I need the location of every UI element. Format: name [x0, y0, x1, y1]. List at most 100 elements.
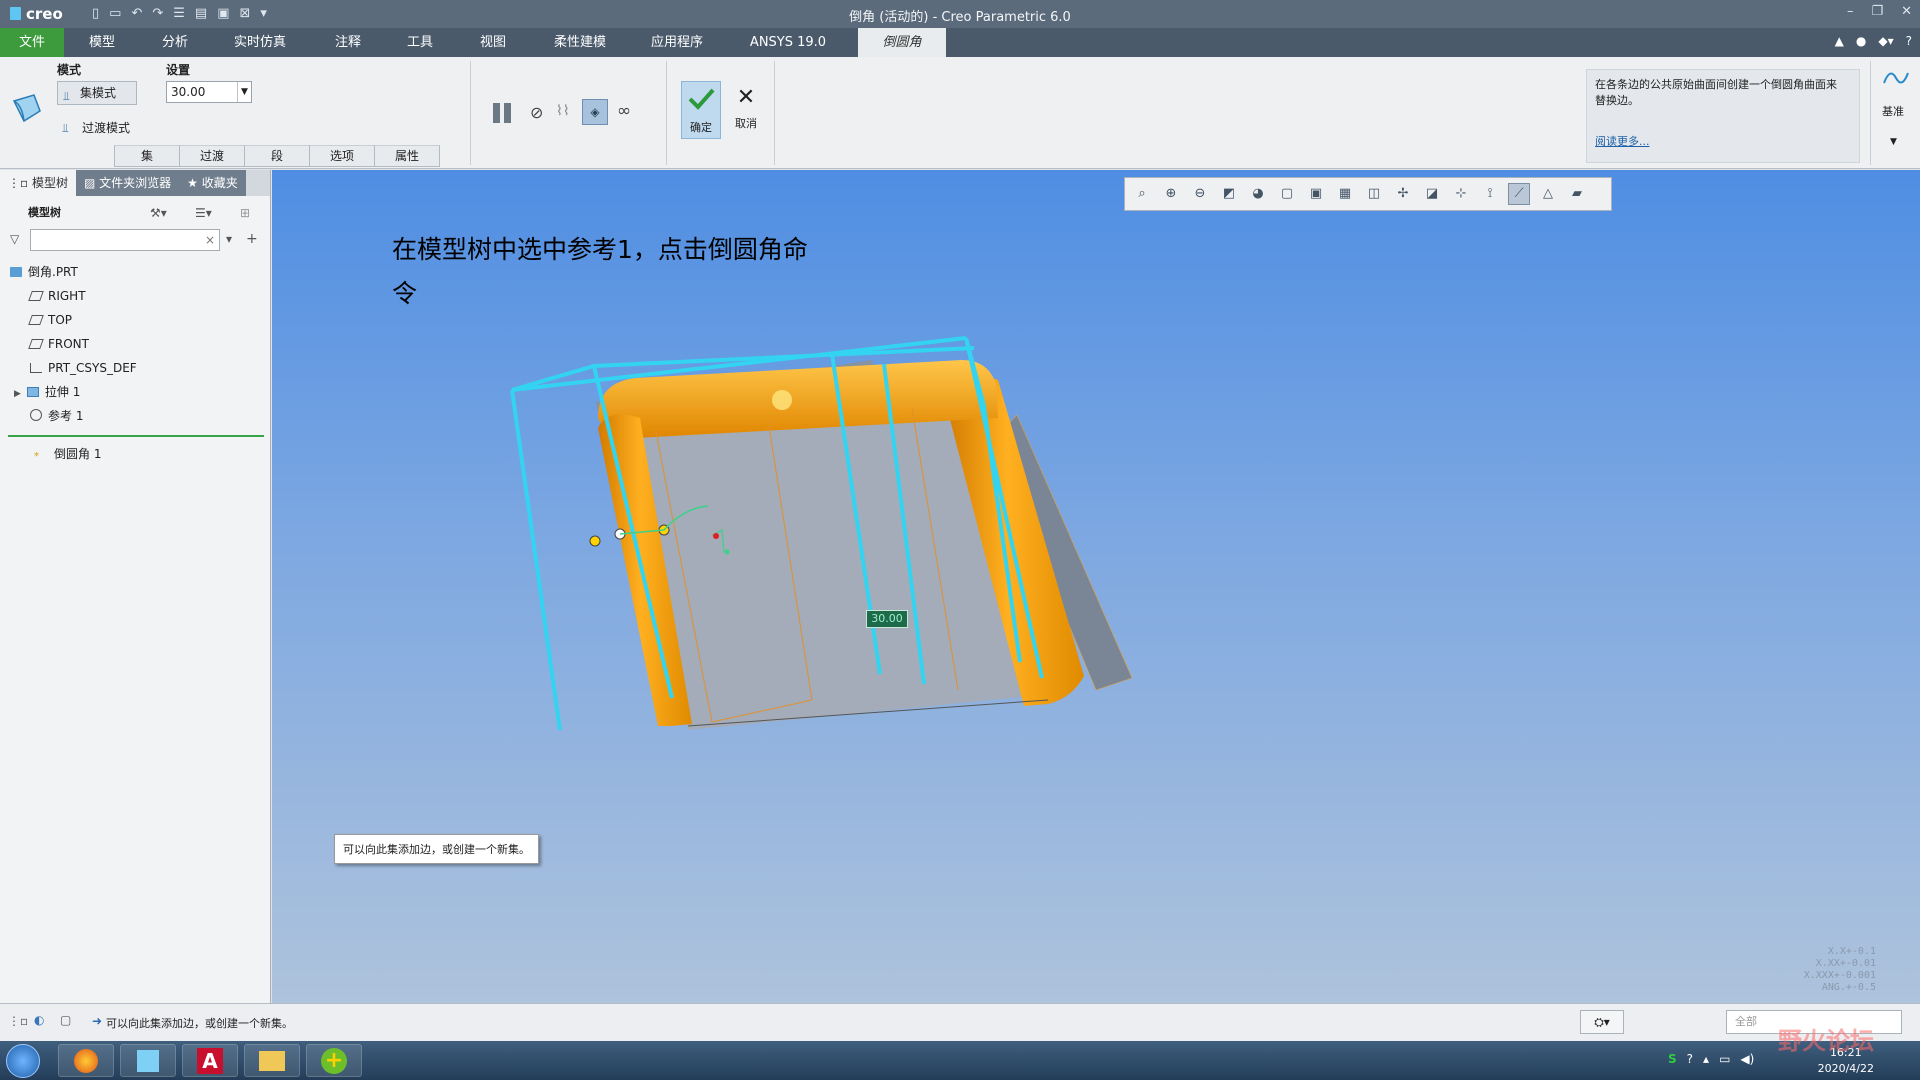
- cancel-button[interactable]: ✕ 取消: [726, 81, 766, 139]
- tab-live-simulation[interactable]: 实时仿真: [220, 28, 300, 57]
- transition-mode-button[interactable]: ⫫ 过渡模式: [60, 117, 130, 139]
- ribbon-panel: 模式 ⫫ 集模式 ⫫ 过渡模式 设置 30.00 ▼ 集 过渡 段 选项 属性 …: [0, 57, 1920, 169]
- settings-label: 设置: [166, 63, 191, 77]
- tab-model[interactable]: 模型: [72, 28, 132, 57]
- status-message: 可以向此集添加边，或创建一个新集。: [106, 1017, 293, 1030]
- pause-icon[interactable]: [490, 101, 516, 125]
- info-help-panel: 在各条边的公共原始曲面间创建一个倒圆角曲面来替换边。 阅读更多...: [1586, 69, 1860, 163]
- app-taskbar-icon[interactable]: +: [306, 1044, 362, 1077]
- hint-tooltip: 可以向此集添加边，或创建一个新集。: [334, 834, 539, 864]
- user-icon[interactable]: ●: [1856, 34, 1866, 48]
- tolerance-line: X.X+-0.1: [1827, 946, 1876, 957]
- radius-input[interactable]: 30.00 ▼: [166, 81, 252, 103]
- tree-display-icon[interactable]: ☰▾: [195, 202, 212, 224]
- tree-item-part[interactable]: 倒角.PRT: [10, 261, 78, 283]
- tab-annotate[interactable]: 注释: [318, 28, 378, 57]
- tolerance-line: X.XXX+-0.001: [1803, 970, 1876, 981]
- part-icon: [10, 267, 22, 277]
- ok-button[interactable]: 确定: [681, 81, 721, 139]
- tab-analysis[interactable]: 分析: [145, 28, 205, 57]
- learning-icon[interactable]: ◆▾: [1878, 34, 1893, 48]
- tree-item-reference[interactable]: 参考 1: [30, 405, 83, 427]
- tab-folder-browser[interactable]: ▨ 文件夹浏览器: [75, 170, 180, 196]
- network-icon[interactable]: ▭: [1719, 1052, 1730, 1066]
- tree-item-top[interactable]: TOP: [28, 309, 73, 331]
- subtab-sets[interactable]: 集: [114, 145, 180, 167]
- tree-search-input[interactable]: ×: [30, 229, 220, 251]
- help-tray-icon[interactable]: ?: [1687, 1052, 1693, 1066]
- restore-icon[interactable]: ❐: [1871, 4, 1883, 19]
- ok-label: 确定: [690, 121, 712, 134]
- tree-item-label: FRONT: [48, 337, 89, 351]
- tab-round[interactable]: 倒圆角: [858, 28, 946, 57]
- filter-icon[interactable]: ▽: [10, 228, 19, 250]
- explorer-taskbar-icon[interactable]: [244, 1044, 300, 1077]
- subtab-options[interactable]: 选项: [309, 145, 375, 167]
- subtab-transitions[interactable]: 过渡: [179, 145, 245, 167]
- tab-bar-right-tools: ▲ ● ◆▾ ?: [1835, 34, 1912, 48]
- transition-mode-label: 过渡模式: [82, 121, 131, 135]
- subtab-pieces[interactable]: 段: [244, 145, 310, 167]
- search-clear-icon[interactable]: ×: [205, 230, 215, 250]
- find-button[interactable]: ⛭▾: [1580, 1010, 1624, 1034]
- expand-arrow-icon[interactable]: ▶: [14, 389, 21, 399]
- tree-columns-icon[interactable]: ⊞: [240, 202, 250, 224]
- add-item-icon[interactable]: +: [246, 228, 258, 250]
- read-more-link[interactable]: 阅读更多...: [1595, 134, 1650, 150]
- graphics-area[interactable]: ⌕ ⊕ ⊖ ◩ ◕ ▢ ▣ ▦ ◫ ✢ ◪ ⊹ ⟟ ⟋ △ ▰ 在模型树中选中参…: [272, 170, 1920, 1003]
- no-preview-icon[interactable]: ⊘: [530, 103, 543, 122]
- fullscreen-icon[interactable]: ▢: [60, 1013, 71, 1027]
- geometry-preview-icon[interactable]: ⌇⌇: [556, 103, 570, 119]
- tab-applications[interactable]: 应用程序: [637, 28, 717, 57]
- tolerance-legend: X.X+-0.1 X.XX+-0.01 X.XXX+-0.001 ANG.+-0…: [1804, 946, 1876, 994]
- tab-flexible-modeling[interactable]: 柔性建模: [540, 28, 620, 57]
- subtab-properties[interactable]: 属性: [374, 145, 440, 167]
- glasses-icon[interactable]: ∞: [617, 101, 631, 121]
- folder-browser-tab-label: 文件夹浏览器: [99, 176, 172, 190]
- help-icon[interactable]: ?: [1906, 34, 1912, 48]
- browser-toggle-icon[interactable]: ◐: [34, 1013, 44, 1027]
- tab-favorites[interactable]: ★ 收藏夹: [179, 170, 246, 196]
- model-3d[interactable]: [272, 170, 1920, 1003]
- minimize-icon[interactable]: –: [1847, 4, 1854, 19]
- creo-taskbar-icon[interactable]: [120, 1044, 176, 1077]
- binoculars-icon: ⛭▾: [1594, 1015, 1610, 1029]
- volume-icon[interactable]: ◀): [1740, 1052, 1754, 1066]
- tab-view[interactable]: 视图: [463, 28, 523, 57]
- left-pane-tabs: ⋮▫ 模型树 ▨ 文件夹浏览器 ★ 收藏夹: [0, 170, 270, 196]
- tree-item-extrude[interactable]: ▶ 拉伸 1: [14, 381, 80, 403]
- close-icon[interactable]: ✕: [1901, 4, 1912, 19]
- favorites-tab-label: 收藏夹: [201, 176, 238, 190]
- datum-label[interactable]: 基准: [1882, 103, 1904, 119]
- datum-icon[interactable]: [1880, 65, 1912, 91]
- search-dropdown-icon[interactable]: ▾: [226, 228, 232, 250]
- tree-item-label: 倒圆角 1: [54, 447, 102, 461]
- tree-settings-icon[interactable]: ⚒▾: [150, 202, 167, 224]
- datum-dropdown-icon[interactable]: ▼: [1890, 137, 1897, 147]
- tree-item-round[interactable]: * 倒圆角 1: [34, 443, 101, 465]
- ime-icon[interactable]: S: [1668, 1052, 1677, 1066]
- tray-icons: S ? ▴ ▭ ◀): [1668, 1052, 1754, 1066]
- navigator-toggle-icon[interactable]: ⋮▫: [8, 1014, 28, 1028]
- start-button[interactable]: [6, 1044, 40, 1078]
- autocad-taskbar-icon[interactable]: A: [182, 1044, 238, 1077]
- tree-item-csys[interactable]: PRT_CSYS_DEF: [30, 357, 137, 379]
- show-hidden-icon[interactable]: ▴: [1703, 1052, 1709, 1066]
- collapse-ribbon-icon[interactable]: ▲: [1835, 34, 1844, 48]
- radius-dropdown-icon[interactable]: ▼: [237, 82, 251, 102]
- tab-file[interactable]: 文件: [0, 28, 64, 57]
- tree-item-right[interactable]: RIGHT: [28, 285, 86, 307]
- tab-tools[interactable]: 工具: [390, 28, 450, 57]
- verify-mode-icon[interactable]: ◈: [582, 99, 608, 125]
- tab-ansys[interactable]: ANSYS 19.0: [738, 28, 838, 57]
- tree-item-label: TOP: [48, 313, 73, 327]
- tree-item-label: 拉伸 1: [44, 385, 81, 399]
- tree-item-front[interactable]: FRONT: [28, 333, 89, 355]
- set-mode-button[interactable]: ⫫ 集模式: [57, 81, 137, 105]
- tab-model-tree[interactable]: ⋮▫ 模型树: [0, 170, 76, 196]
- check-icon: [688, 88, 715, 110]
- message-arrow-icon: ➜: [92, 1014, 103, 1028]
- radius-dimension-label[interactable]: 30.00: [866, 610, 908, 628]
- firefox-taskbar-icon[interactable]: [58, 1044, 114, 1077]
- filter-value: 全部: [1735, 1015, 1757, 1028]
